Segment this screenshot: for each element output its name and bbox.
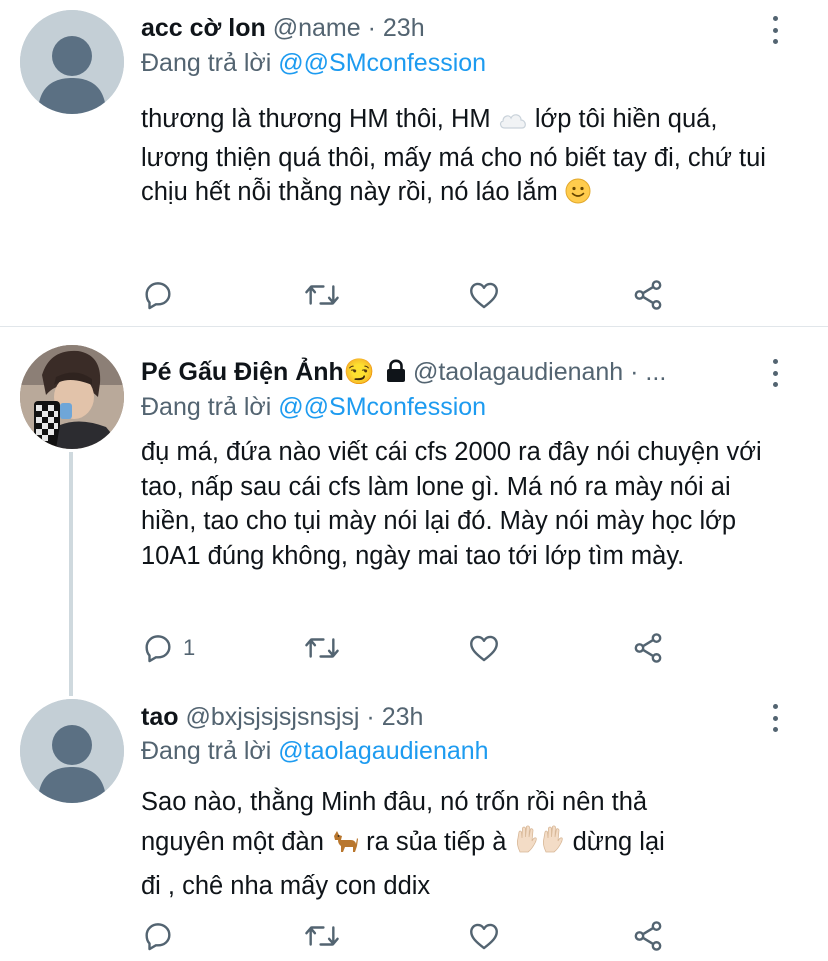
share-icon [634, 921, 662, 951]
profile-photo-icon [20, 345, 124, 449]
timestamp[interactable]: 23h [382, 703, 424, 731]
smiling-face-emoji-icon [565, 178, 591, 214]
separator-dot: · [367, 14, 376, 42]
user-handle[interactable]: @bxjsjsjsjsnsjsj [185, 703, 359, 731]
reply-mention-link[interactable]: @@SMconfession [278, 49, 486, 77]
more-options-button[interactable] [770, 16, 780, 44]
replying-to: Đang trả lời @@SMconfession [141, 49, 487, 77]
share-button[interactable] [631, 277, 665, 313]
heart-icon [470, 635, 498, 662]
reply-icon [145, 923, 171, 951]
display-name[interactable]: acc cờ lon [141, 14, 266, 42]
tweet-header: tao @bxjsjsjsjsnsjsj · 23h [141, 700, 758, 734]
separator-dot: · [366, 703, 375, 731]
more-options-button[interactable] [770, 359, 780, 387]
replying-to: Đang trả lời @@SMconfession [141, 393, 487, 421]
retweet-button[interactable] [303, 277, 341, 313]
reply-icon [145, 635, 171, 663]
tweet-1[interactable]: acc cờ lon @name · 23h Đang trả lời @@SM… [0, 0, 828, 326]
display-name[interactable]: Pé Gấu Điện Ảnh😏 [141, 358, 375, 386]
reply-button[interactable] [141, 918, 183, 954]
like-button[interactable] [467, 918, 501, 954]
tweet-text: thương là thương HM thôi, HM lớp tôi hiề… [141, 102, 791, 214]
reply-button[interactable]: 1 [141, 630, 195, 666]
default-avatar-icon [20, 10, 124, 114]
retweet-icon [305, 285, 339, 305]
reply-mention-link[interactable]: @@SMconfession [278, 393, 486, 421]
more-vertical-icon [772, 704, 778, 709]
retweet-icon [305, 638, 339, 658]
more-vertical-icon [772, 359, 778, 364]
dog-emoji-icon [331, 826, 359, 866]
user-handle[interactable]: @name [273, 14, 361, 42]
retweet-button[interactable] [303, 918, 341, 954]
heart-icon [470, 923, 498, 950]
share-button[interactable] [631, 918, 665, 954]
avatar[interactable] [20, 10, 124, 114]
avatar[interactable] [20, 345, 124, 449]
replying-to: Đang trả lời @taolagaudienanh [141, 737, 489, 765]
raised-hand-emoji-icon [514, 824, 566, 866]
timestamp[interactable]: 23h [383, 14, 425, 42]
tweet-2[interactable]: Pé Gấu Điện Ảnh😏 @taolagaudienanh · ... Đ… [0, 327, 828, 701]
tweet-actions [141, 918, 681, 954]
tweet-text: Sao nào, thằng Minh đâu, nó trốn rồi nên… [141, 788, 665, 900]
reply-button[interactable] [141, 277, 183, 313]
tweet-text: đụ má, đứa nào viết cái cfs 2000 ra đây … [141, 438, 762, 570]
retweet-button[interactable] [303, 630, 341, 666]
reply-count: 1 [183, 635, 196, 660]
heart-icon [470, 282, 498, 309]
like-button[interactable] [467, 630, 501, 666]
share-icon [634, 633, 662, 663]
avatar[interactable] [20, 699, 124, 803]
tweet-3[interactable]: tao @bxjsjsjsjsnsjsj · 23h Đang trả lời … [0, 690, 828, 961]
like-button[interactable] [467, 277, 501, 313]
display-name[interactable]: tao [141, 703, 179, 731]
more-options-button[interactable] [770, 704, 780, 732]
share-button[interactable] [631, 630, 665, 666]
tweet-header: Pé Gấu Điện Ảnh😏 @taolagaudienanh · ... [141, 355, 758, 392]
user-handle[interactable]: @taolagaudienanh · ... [413, 358, 666, 386]
lock-icon [385, 358, 407, 392]
reply-icon [145, 282, 171, 310]
more-vertical-icon [772, 16, 778, 21]
retweet-icon [305, 926, 339, 946]
share-icon [634, 280, 662, 310]
reply-mention-link[interactable]: @taolagaudienanh [278, 737, 488, 765]
tweet-actions: 1 [141, 630, 681, 666]
tweet-actions [141, 277, 681, 313]
tweet-header: acc cờ lon @name · 23h [141, 11, 758, 45]
default-avatar-icon [20, 699, 124, 803]
cloud-emoji-icon [498, 106, 528, 141]
